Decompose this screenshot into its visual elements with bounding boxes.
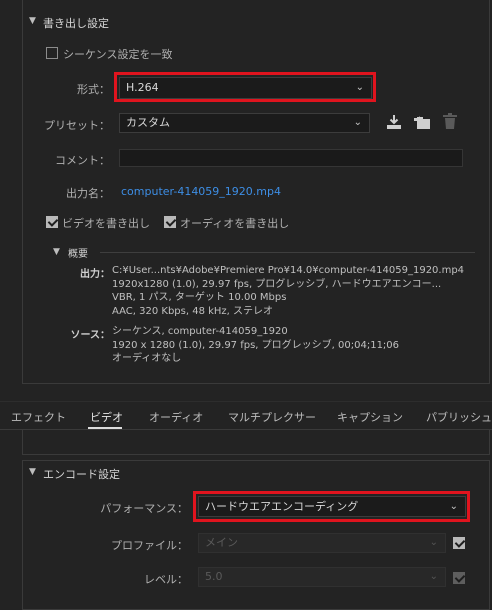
- collapse-summary-icon[interactable]: ▼: [53, 247, 60, 257]
- delete-preset-icon[interactable]: [442, 113, 458, 130]
- collapse-encode-settings-icon[interactable]: ▼: [29, 467, 36, 477]
- level-value: 5.0: [205, 570, 223, 583]
- profile-checkbox[interactable]: [453, 537, 465, 549]
- summary-source-label: ソース：: [70, 330, 111, 341]
- comment-field[interactable]: [119, 149, 463, 167]
- comment-label: コメント：: [55, 154, 110, 167]
- profile-value: メイン: [205, 536, 238, 549]
- tab-audio[interactable]: オーディオ: [149, 409, 203, 425]
- preset-value: カスタム: [126, 116, 170, 129]
- chevron-down-icon: ⌄: [353, 117, 362, 128]
- export-audio-checkbox[interactable]: [164, 216, 176, 228]
- export-video-label: ビデオを書き出し: [62, 217, 150, 230]
- summary-output-line: 1920x1280 (1.0), 29.97 fps, プログレッシブ, ハード…: [112, 278, 442, 290]
- format-highlight: [114, 72, 376, 102]
- profile-dropdown[interactable]: メイン ⌄: [198, 533, 446, 553]
- tab-captions[interactable]: キャプション: [337, 409, 403, 425]
- summary-output-line: AAC, 320 Kbps, 48 kHz, ステレオ: [112, 305, 274, 317]
- chevron-down-icon: ⌄: [429, 537, 438, 548]
- collapse-export-settings-icon[interactable]: ▼: [29, 16, 36, 26]
- tab-video[interactable]: ビデオ: [90, 409, 123, 425]
- summary-source-line: 1920 x 1280 (1.0), 29.97 fps, プログレッシブ, 0…: [112, 339, 400, 351]
- encode-settings-header: エンコード設定: [43, 468, 120, 481]
- tab-multiplexer[interactable]: マルチプレクサー: [228, 409, 316, 425]
- match-sequence-label: シーケンス設定を一致: [63, 48, 173, 61]
- tabs-divider-top: [0, 401, 492, 402]
- output-name-label: 出力名：: [66, 187, 110, 200]
- summary-source-lines: シーケンス, computer-414059_1920 1920 x 1280 …: [112, 325, 399, 366]
- level-checkbox[interactable]: [453, 572, 465, 584]
- import-preset-icon[interactable]: [413, 114, 431, 130]
- output-name-link[interactable]: computer-414059_1920.mp4: [121, 185, 281, 198]
- summary-output-label: 出力：: [80, 269, 110, 280]
- summary-source-line: オーディオなし: [112, 353, 182, 364]
- summary-divider: [100, 252, 475, 253]
- tab-publish[interactable]: パブリッシュ: [426, 409, 492, 425]
- level-label: レベル：: [144, 573, 188, 586]
- format-label: 形式：: [77, 83, 110, 96]
- performance-highlight: [193, 491, 470, 522]
- tab-effects[interactable]: エフェクト: [11, 409, 66, 425]
- summary-header: 概要: [68, 249, 88, 260]
- export-audio-label: オーディオを書き出し: [180, 217, 290, 230]
- summary-output-line: VBR, 1 パス, ターゲット 10.00 Mbps: [112, 292, 287, 303]
- summary-output-line: C:¥User...nts¥Adobe¥Premiere Pro¥14.0¥co…: [112, 265, 465, 276]
- preset-dropdown[interactable]: カスタム ⌄: [119, 113, 370, 133]
- chevron-down-icon: ⌄: [429, 571, 438, 582]
- export-video-checkbox[interactable]: [46, 216, 58, 228]
- level-dropdown[interactable]: 5.0 ⌄: [198, 567, 446, 587]
- video-section-remnant: [22, 430, 490, 455]
- export-settings-header: 書き出し設定: [43, 17, 109, 30]
- performance-label: パフォーマンス：: [100, 502, 188, 515]
- download-preset-icon[interactable]: [386, 114, 402, 130]
- match-sequence-checkbox[interactable]: [46, 47, 58, 59]
- summary-output-lines: C:¥User...nts¥Adobe¥Premiere Pro¥14.0¥co…: [112, 264, 464, 318]
- preset-label: プリセット：: [44, 119, 110, 132]
- summary-source-line: シーケンス, computer-414059_1920: [112, 326, 288, 337]
- profile-label: プロファイル：: [111, 539, 188, 552]
